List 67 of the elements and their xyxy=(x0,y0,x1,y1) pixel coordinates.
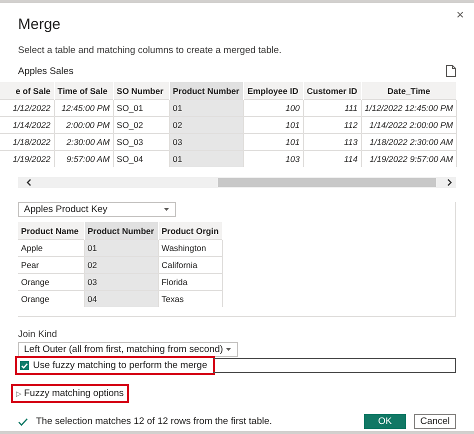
table-cell: Washington xyxy=(158,240,222,256)
table-cell: 04 xyxy=(84,290,158,307)
table-cell: 114 xyxy=(303,150,362,167)
table-cell: 9:57:00 AM xyxy=(54,150,114,167)
table-name: Apples Sales xyxy=(18,66,74,76)
checkmark-icon xyxy=(18,418,28,426)
table-cell: 101 xyxy=(244,116,304,134)
scroll-right-icon[interactable] xyxy=(447,179,452,186)
table-cell: 02 xyxy=(84,256,158,274)
table-cell: 02 xyxy=(169,116,244,134)
table-cell: 1/18/2022 2:30:00 AM xyxy=(361,134,456,150)
table-cell: 100 xyxy=(244,100,304,116)
column-header[interactable]: Product Name xyxy=(18,222,84,240)
table-cell: 113 xyxy=(303,134,362,150)
cancel-button[interactable]: Cancel xyxy=(414,414,456,429)
column-header[interactable]: e of Sale xyxy=(0,82,54,100)
caret-icon xyxy=(164,208,169,211)
description: Select a table and matching columns to create a merged table. xyxy=(18,45,283,56)
table-cell: 03 xyxy=(169,134,244,150)
table-cell: Texas xyxy=(158,290,222,307)
dropdown[interactable]: Left Outer (all from first, matching from second) xyxy=(18,342,238,357)
table-cell: 01 xyxy=(169,150,244,167)
table-cell: Apple xyxy=(18,240,84,256)
close-button[interactable]: × xyxy=(456,8,464,21)
table-cell: California xyxy=(158,256,222,274)
table-cell: 112 xyxy=(303,116,362,134)
table-cell: 01 xyxy=(84,240,158,256)
table-cell: 1/19/2022 xyxy=(0,150,54,167)
table-cell: 2:30:00 AM xyxy=(54,134,114,150)
table-cell: SO_04 xyxy=(113,150,170,167)
horizontal-scrollbar[interactable] xyxy=(18,177,456,188)
table-cell: Orange xyxy=(18,290,84,307)
column-header[interactable]: Customer ID xyxy=(303,82,362,100)
table-cell: 1/12/2022 12:45:00 PM xyxy=(361,100,456,116)
field-label: Join Kind xyxy=(18,329,58,340)
dialog-title: Merge xyxy=(18,16,62,33)
dropdown[interactable]: Apples Product Key xyxy=(18,202,176,217)
table-cell: SO_01 xyxy=(113,100,170,116)
table-cell: 103 xyxy=(244,150,304,167)
fuzzy-checkbox[interactable]: Use fuzzy matching to perform the merge xyxy=(17,358,214,373)
table-cell: 101 xyxy=(244,134,304,150)
column-header[interactable]: SO Number xyxy=(113,82,170,100)
column-header[interactable]: Date_Time xyxy=(361,82,456,100)
table-cell: Orange xyxy=(18,274,84,290)
table-cell: 1/12/2022 xyxy=(0,100,54,116)
ok-button[interactable]: OK xyxy=(364,414,406,429)
document-icon[interactable] xyxy=(446,65,456,77)
table-cell: 1/19/2022 9:57:00 AM xyxy=(361,150,456,167)
table-cell: 01 xyxy=(169,100,244,116)
table-cell: Florida xyxy=(158,274,222,290)
table-cell: SO_03 xyxy=(113,134,170,150)
column-header[interactable]: Employee ID xyxy=(244,82,304,100)
status-message: The selection matches 12 of 12 rows from the first table. xyxy=(36,416,272,427)
table-cell: 1/14/2022 2:00:00 PM xyxy=(361,116,456,134)
column-header[interactable]: Product Number xyxy=(169,82,244,100)
table-cell: 111 xyxy=(303,100,362,116)
column-header[interactable]: Product Orgin xyxy=(158,222,222,240)
table-cell: 03 xyxy=(84,274,158,290)
table-cell: 2:00:00 PM xyxy=(54,116,114,134)
table-cell: 1/14/2022 xyxy=(0,116,54,134)
table-cell: 1/18/2022 xyxy=(0,134,54,150)
column-header[interactable]: Product Number xyxy=(84,222,158,240)
caret-icon xyxy=(226,348,231,351)
table-cell: 12:45:00 PM xyxy=(54,100,114,116)
table-cell: SO_02 xyxy=(113,116,170,134)
column-header[interactable]: Time of Sale xyxy=(54,82,114,100)
table-cell: Pear xyxy=(18,256,84,274)
